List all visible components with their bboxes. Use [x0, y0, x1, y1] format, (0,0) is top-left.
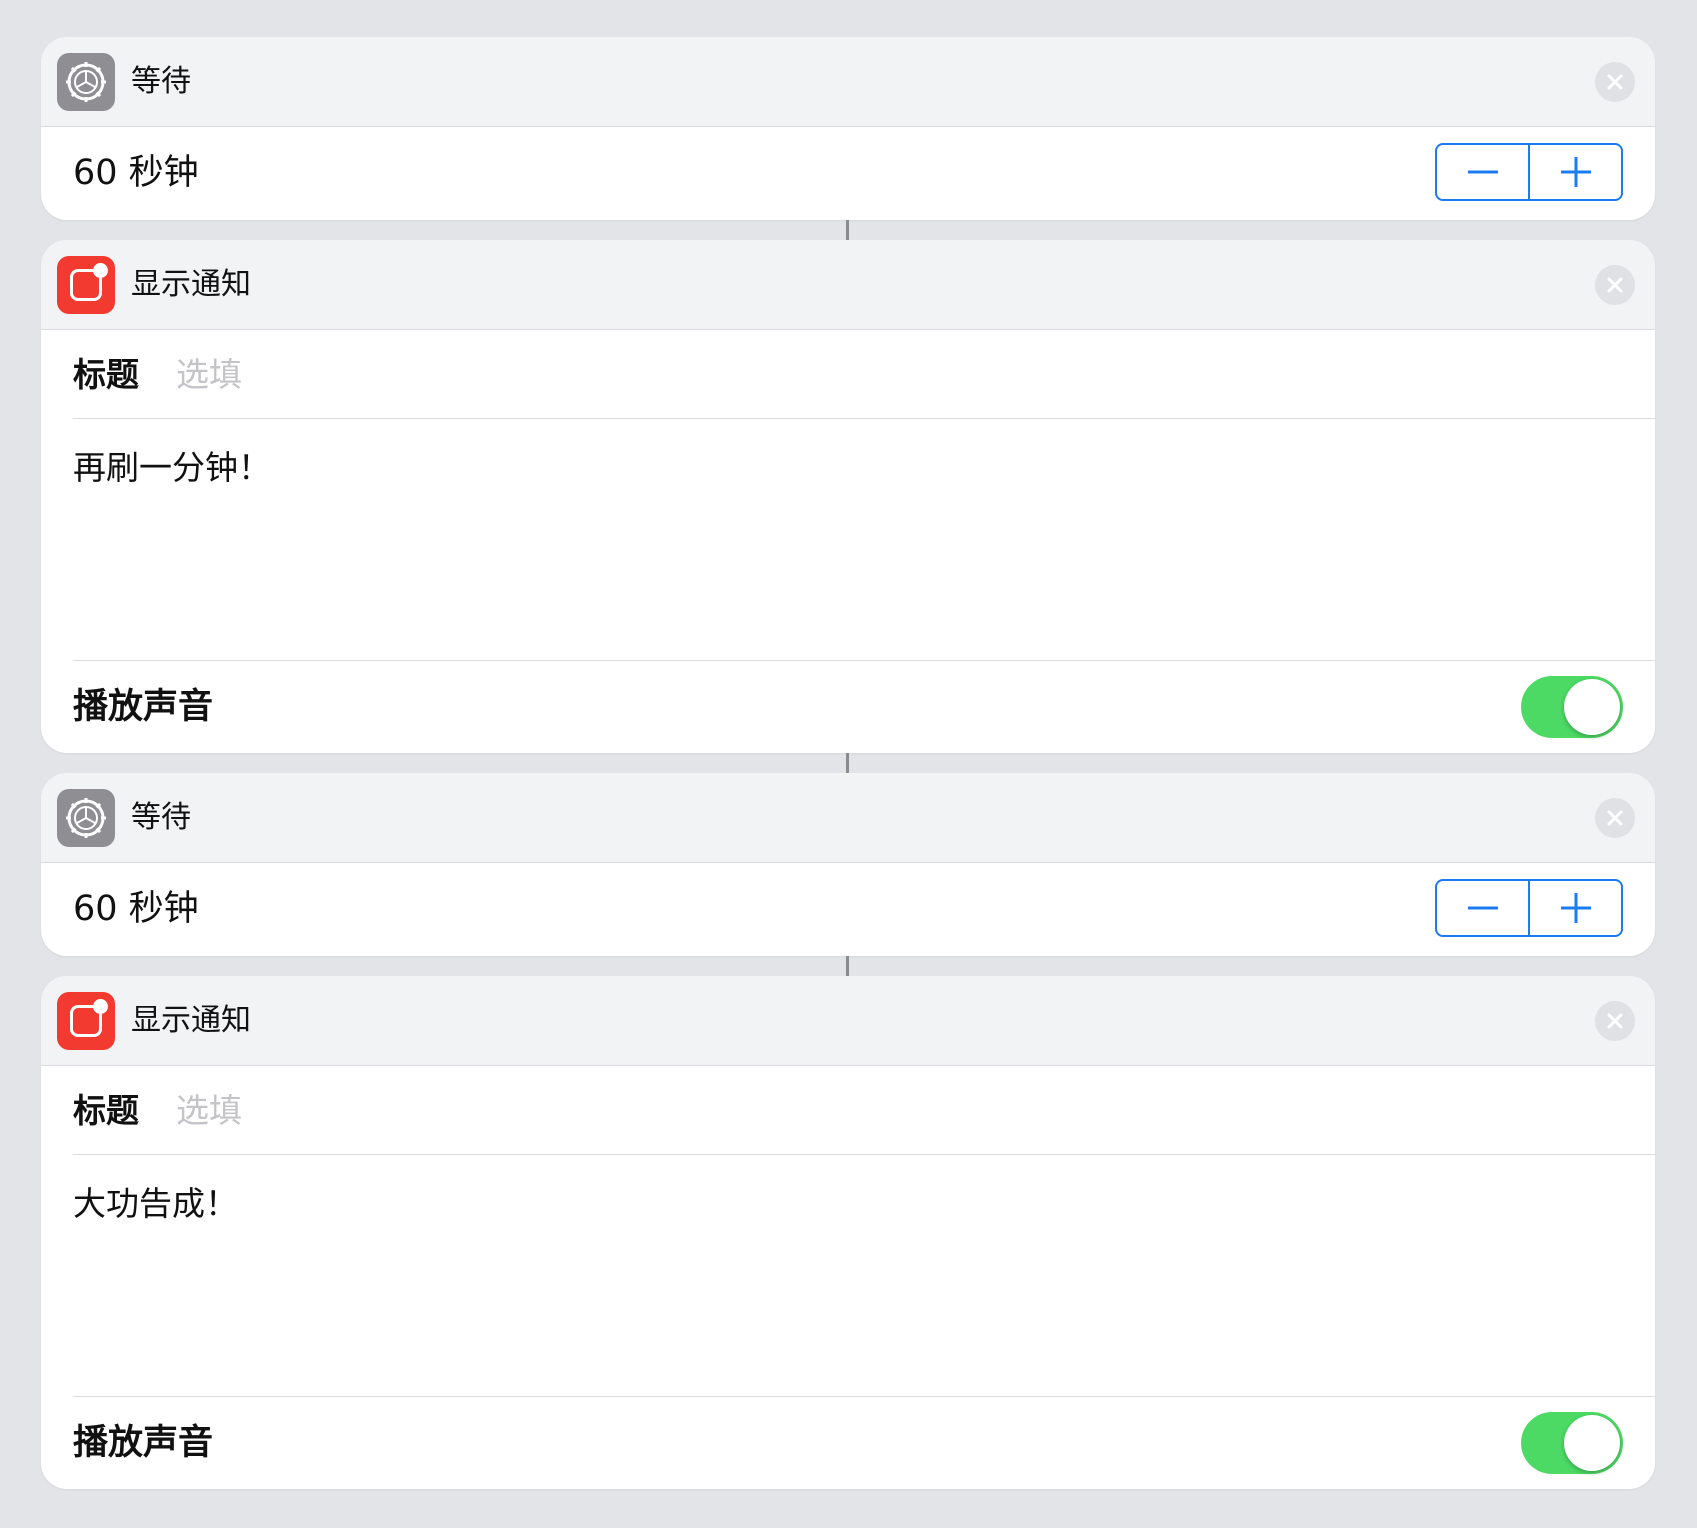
notification-icon: [57, 256, 115, 314]
gear-icon: [57, 789, 115, 847]
notification-action-card: 显示通知 标题 选填 再刷一分钟！ 播放声音: [41, 240, 1655, 753]
toggle-knob: [1564, 1415, 1620, 1471]
minus-icon: [1467, 170, 1498, 174]
gear-icon: [57, 53, 115, 111]
toggle-knob: [1564, 679, 1620, 735]
minus-icon: [1467, 906, 1498, 910]
close-icon[interactable]: [1595, 62, 1635, 102]
play-sound-label: 播放声音: [73, 1423, 214, 1463]
play-sound-label: 播放声音: [73, 687, 214, 727]
plus-icon: [1560, 157, 1591, 187]
duration-row: 60 秒钟: [41, 127, 1655, 219]
notification-body-input[interactable]: 大功告成！: [73, 1177, 238, 1225]
decrement-button[interactable]: [1437, 145, 1528, 199]
body-field-row: 再刷一分钟！: [73, 419, 1655, 661]
action-title: 等待: [131, 64, 191, 99]
decrement-button[interactable]: [1437, 881, 1528, 935]
duration-row: 60 秒钟: [41, 863, 1655, 955]
duration-value[interactable]: 60 秒钟: [73, 863, 199, 955]
close-icon[interactable]: [1595, 265, 1635, 305]
notification-icon: [57, 992, 115, 1050]
increment-button[interactable]: [1530, 881, 1621, 935]
body-field-row: 大功告成！: [73, 1155, 1655, 1397]
title-field-input[interactable]: 选填: [176, 1066, 242, 1155]
action-title: 显示通知: [131, 267, 251, 302]
increment-button[interactable]: [1530, 145, 1621, 199]
wait-action-card: 等待 60 秒钟: [41, 773, 1655, 956]
action-header: 显示通知: [41, 976, 1655, 1066]
action-title: 等待: [131, 800, 191, 835]
play-sound-toggle[interactable]: [1521, 676, 1623, 738]
close-icon[interactable]: [1595, 1001, 1635, 1041]
title-field-label: 标题: [73, 1091, 139, 1130]
title-field-label: 标题: [73, 355, 139, 394]
title-field-input[interactable]: 选填: [176, 330, 242, 419]
sound-row: 播放声音: [41, 661, 1655, 753]
title-field-row: 标题 选填: [73, 330, 1655, 419]
action-connector: [846, 220, 849, 240]
sound-row: 播放声音: [41, 1397, 1655, 1489]
duration-stepper: [1435, 879, 1623, 937]
action-header: 等待: [41, 773, 1655, 863]
action-header: 显示通知: [41, 240, 1655, 330]
notification-body-input[interactable]: 再刷一分钟！: [73, 441, 271, 489]
plus-icon: [1560, 893, 1591, 923]
wait-action-card: 等待 60 秒钟: [41, 37, 1655, 220]
duration-stepper: [1435, 143, 1623, 201]
duration-value[interactable]: 60 秒钟: [73, 127, 199, 219]
notification-action-card: 显示通知 标题 选填 大功告成！ 播放声音: [41, 976, 1655, 1489]
play-sound-toggle[interactable]: [1521, 1412, 1623, 1474]
action-title: 显示通知: [131, 1003, 251, 1038]
action-connector: [846, 956, 849, 976]
action-header: 等待: [41, 37, 1655, 127]
close-icon[interactable]: [1595, 798, 1635, 838]
action-connector: [846, 753, 849, 773]
title-field-row: 标题 选填: [73, 1066, 1655, 1155]
